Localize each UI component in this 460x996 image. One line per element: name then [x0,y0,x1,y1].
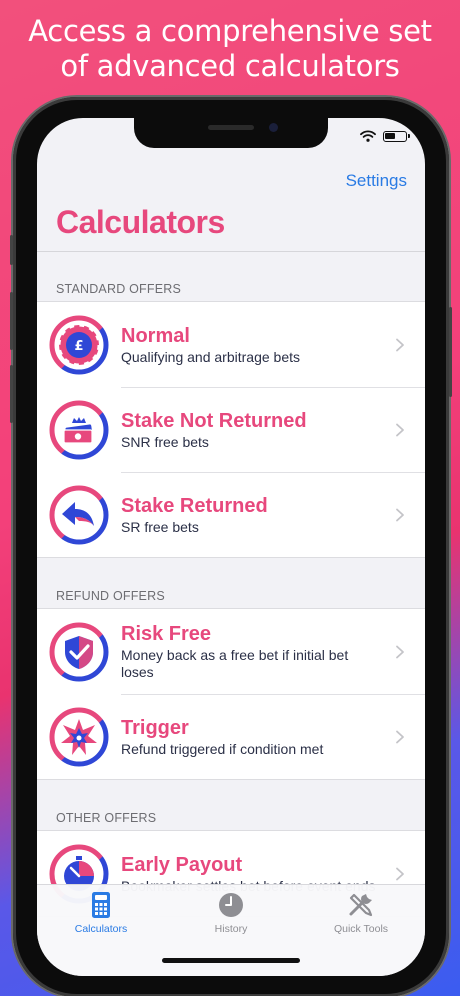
chevron-right-icon [396,730,404,743]
item-subtitle: SNR free bets [121,433,209,450]
burst-icon [49,707,109,766]
power-button [449,307,452,397]
svg-text:£: £ [74,339,83,354]
shield-check-icon [49,622,109,681]
calculator-icon [92,892,110,918]
cash-stack-icon [49,400,109,459]
section-header-standard: STANDARD OFFERS [56,282,181,296]
item-subtitle: Refund triggered if condition met [121,740,324,757]
item-title: Stake Not Returned [121,409,307,432]
tab-history[interactable]: History [171,891,291,935]
banner-line-1: Access a comprehensive set [28,14,432,48]
tab-label: Quick Tools [333,923,389,935]
group-refund-offers: Risk Free Money back as a free bet if in… [37,608,425,780]
banner-line-2: of advanced calculators [60,49,400,83]
wifi-icon [360,130,376,142]
chevron-right-icon [396,338,404,351]
notch [134,118,328,148]
item-title: Stake Returned [121,494,268,517]
clock-icon [219,893,243,917]
status-bar [360,130,410,142]
header-divider [37,251,425,252]
promo-banner: Access a comprehensive set of advanced c… [0,14,460,84]
item-subtitle: SR free bets [121,518,199,535]
tab-quick-tools[interactable]: Quick Tools [301,891,421,935]
phone-frame: Settings Calculators STANDARD OFFERS £ N… [10,97,452,996]
item-subtitle: Qualifying and arbitrage bets [121,348,300,365]
section-header-refund: REFUND OFFERS [56,589,165,603]
battery-icon [383,130,410,142]
chevron-right-icon [396,423,404,436]
section-header-other: OTHER OFFERS [56,811,157,825]
item-title: Early Payout [121,853,243,876]
tab-calculators[interactable]: Calculators [41,891,161,935]
home-indicator[interactable] [162,958,300,963]
list-item-trigger[interactable]: Trigger Refund triggered if condition me… [37,694,425,779]
tab-label: Calculators [74,923,128,935]
tab-label: History [214,923,248,935]
volume-down-button [10,365,13,423]
volume-up-button [10,292,13,350]
item-title: Risk Free [121,623,212,645]
item-title: Normal [121,324,190,347]
return-arrow-icon [49,485,109,544]
chevron-right-icon [396,645,404,658]
list-item-stake-returned[interactable]: Stake Returned SR free bets [37,472,425,557]
item-subtitle: Money back as a free bet if initial bet … [121,647,349,680]
item-title: Trigger [121,716,189,739]
list-item-risk-free[interactable]: Risk Free Money back as a free bet if in… [37,609,425,694]
page-title: Calculators [56,204,225,240]
chevron-right-icon [396,508,404,521]
poker-chip-icon: £ [49,315,109,374]
front-camera [269,123,278,132]
speaker [208,125,254,130]
list-item-stake-not-returned[interactable]: Stake Not Returned SNR free bets [37,387,425,472]
list-item-normal[interactable]: £ Normal Qualifying and arbitrage bets [37,302,425,387]
chevron-right-icon [396,867,404,880]
mute-switch [10,235,13,265]
tools-icon [349,893,373,917]
group-standard-offers: £ Normal Qualifying and arbitrage bets S… [37,301,425,558]
app-screen: Settings Calculators STANDARD OFFERS £ N… [37,118,425,976]
settings-button[interactable]: Settings [346,171,407,191]
